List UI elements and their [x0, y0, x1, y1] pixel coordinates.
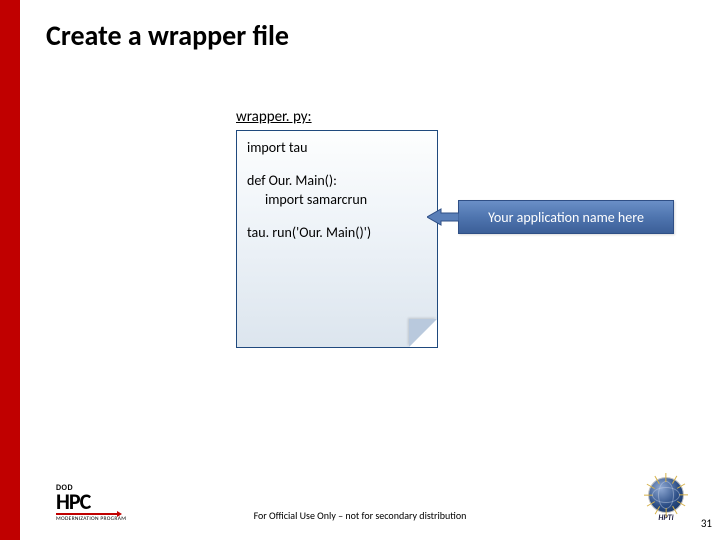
- callout-box: Your application name here: [458, 200, 674, 234]
- callout-text: Your application name here: [488, 209, 644, 226]
- page-number: 31: [701, 517, 712, 530]
- left-red-band: [0, 0, 20, 540]
- code-line-4: tau. run('Our. Main()'): [247, 224, 427, 243]
- filename-label: wrapper. py:: [236, 108, 312, 126]
- logo-underline-icon: [56, 513, 118, 516]
- slide-title: Create a wrapper file: [46, 18, 289, 53]
- code-line-1: import tau: [247, 139, 427, 158]
- page-curl-icon: [409, 319, 437, 347]
- hpti-logo: HPTi: [642, 478, 690, 518]
- code-line-3: import samarcrun: [247, 191, 427, 210]
- code-box: import tau def Our. Main(): import samar…: [236, 130, 438, 348]
- globe-icon: [649, 478, 683, 512]
- code-line-2: def Our. Main():: [247, 172, 427, 191]
- hpc-logo: DOD HPC MODERNIZATION PROGRAM: [56, 483, 128, 522]
- callout-arrow-icon: [427, 208, 459, 226]
- logo-hpc-text: HPC: [56, 493, 128, 512]
